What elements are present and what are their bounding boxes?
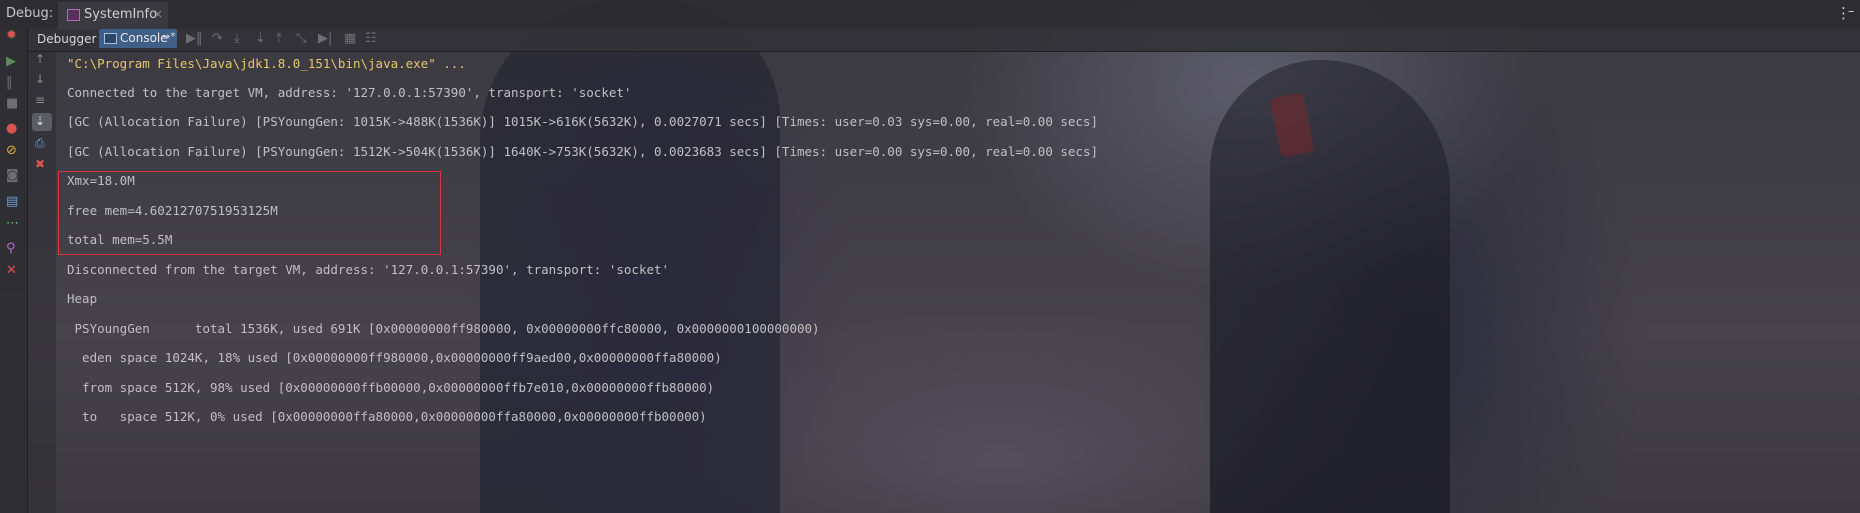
resume-icon[interactable]: ▶ [6, 54, 16, 69]
memory-highlight-box [58, 171, 441, 255]
debug-label: Debug: [6, 6, 54, 21]
console-line: "C:\Program Files\Java\jdk1.8.0_151\bin\… [67, 56, 466, 71]
soft-wrap-icon[interactable]: ≡ [35, 93, 45, 107]
show-execution-point-icon[interactable]: ▶‖ [186, 31, 203, 46]
console-line: [GC (Allocation Failure) [PSYoungGen: 15… [67, 144, 1099, 159]
drop-frame-icon[interactable]: ⤡ [296, 31, 306, 46]
stop-icon[interactable]: ■ [6, 96, 18, 111]
pause-icon[interactable]: ‖ [6, 75, 13, 90]
more-icon[interactable]: ⋯ [6, 216, 19, 231]
print-icon[interactable]: ⎙ [35, 136, 45, 151]
force-step-into-icon[interactable]: ⇣ [255, 31, 266, 46]
tab-debugger[interactable]: Debugger [34, 31, 99, 47]
down-arrow-icon[interactable]: ↓ [35, 72, 45, 86]
minimize-icon[interactable]: – [1848, 4, 1855, 19]
step-out-icon[interactable]: ⤒ [276, 31, 282, 46]
debug-left-strip: ✹ ▶ ‖ ■ ● ⊘ ◙ ▤ ⋯ ⚲ ✕ [0, 28, 28, 513]
close-tab-icon[interactable]: × [153, 7, 163, 21]
tab-console[interactable]: Console →* [99, 29, 177, 48]
tab-title: SystemInfo [84, 7, 158, 22]
console-line: Connected to the target VM, address: '12… [67, 85, 632, 100]
camera-icon[interactable]: ◙ [6, 168, 19, 183]
console-line: PSYoungGen total 1536K, used 691K [0x000… [67, 321, 820, 336]
console-line: eden space 1024K, 18% used [0x00000000ff… [67, 350, 722, 365]
console-pin-arrow-icon: →* [161, 30, 176, 43]
trash-icon[interactable]: ✖ [35, 157, 45, 171]
run-config-icon [67, 9, 80, 21]
layout-icon[interactable]: ▤ [6, 194, 18, 209]
console-gutter: ↑ ↓ ≡ ⇣ ⎙ ✖ [28, 52, 56, 513]
run-to-cursor-icon[interactable]: ▶| [318, 31, 332, 46]
tab-systeminfo[interactable]: SystemInfo × [58, 2, 168, 30]
close-icon[interactable]: ✕ [6, 263, 17, 278]
step-over-icon[interactable]: ↷ [212, 31, 223, 46]
debug-tab-bar: Debug: SystemInfo × ⋮ – [0, 0, 1860, 30]
step-into-icon[interactable]: ⤓ [234, 31, 240, 46]
scroll-to-end-icon[interactable]: ⇣ [35, 114, 45, 128]
console-line: to space 512K, 0% used [0x00000000ffa800… [67, 409, 707, 424]
console-line: from space 512K, 98% used [0x00000000ffb… [67, 380, 715, 395]
trace-icon[interactable]: ☷ [365, 31, 377, 46]
view-breakpoints-icon[interactable]: ● [6, 121, 17, 136]
bug-icon: ✹ [6, 28, 17, 43]
console-icon [104, 33, 117, 44]
console-line: [GC (Allocation Failure) [PSYoungGen: 10… [67, 114, 1099, 129]
console-output[interactable]: "C:\Program Files\Java\jdk1.8.0_151\bin\… [67, 52, 1847, 513]
mute-breakpoints-icon[interactable]: ⊘ [6, 143, 17, 158]
debug-toolbar: Debugger Console →* ▶‖ ↷ ⤓ ⇣ ⤒ ⤡ ▶| ▦ ☷ [28, 28, 1860, 52]
up-arrow-icon[interactable]: ↑ [35, 52, 45, 66]
evaluate-expression-icon[interactable]: ▦ [344, 31, 356, 46]
pin-icon[interactable]: ⚲ [6, 241, 16, 256]
console-line: Heap [67, 291, 98, 306]
console-line: Disconnected from the target VM, address… [67, 262, 670, 277]
